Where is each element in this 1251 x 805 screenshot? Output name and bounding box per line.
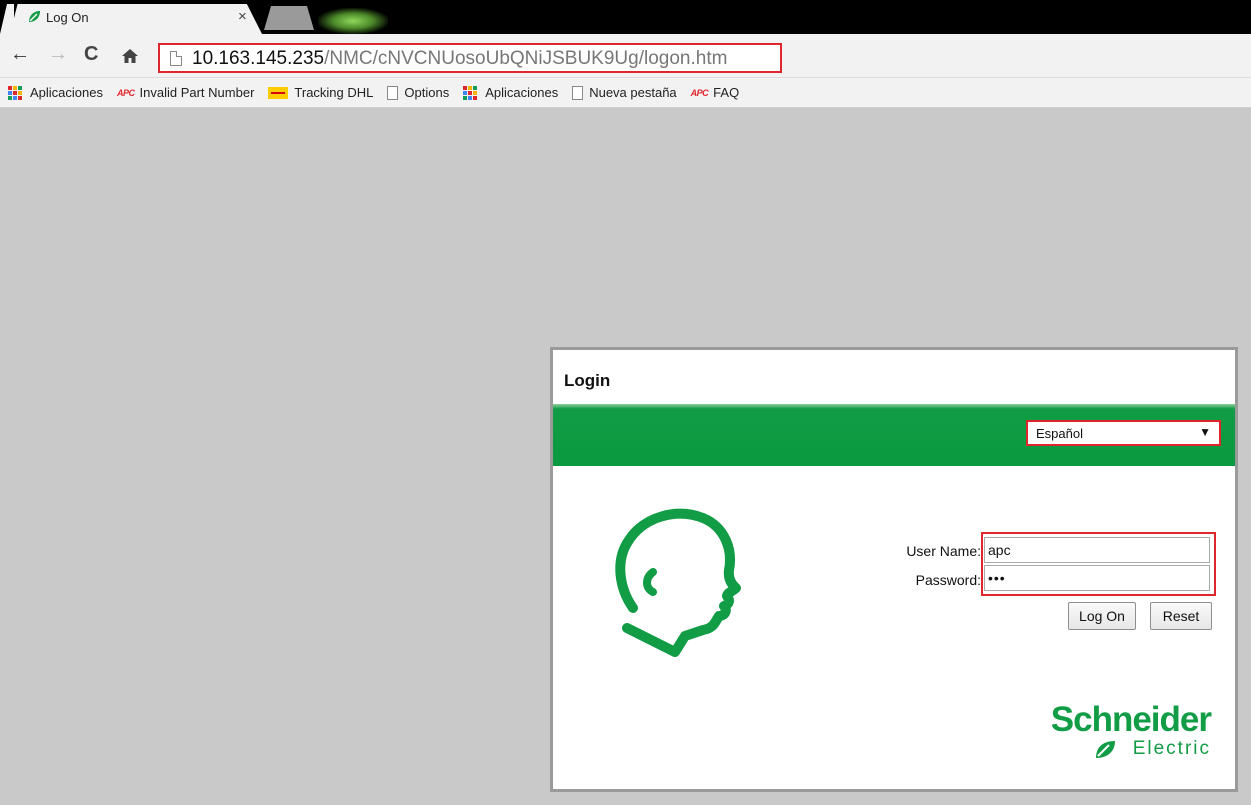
brand-name: Schneider	[1050, 700, 1212, 739]
language-bar: Español ▼	[553, 404, 1235, 466]
schneider-electric-logo: Schneider Electric	[1023, 702, 1223, 762]
tab-close-icon[interactable]: ×	[238, 8, 247, 25]
password-row: Password:	[853, 565, 981, 593]
url-host: 10.163.145.235	[192, 48, 325, 69]
bookmark-label: Aplicaciones	[30, 85, 103, 100]
bookmark-label: Options	[404, 85, 450, 100]
log-on-button[interactable]: Log On	[1068, 602, 1136, 630]
tab-glow	[318, 8, 388, 34]
schneider-leaf-icon	[29, 11, 40, 22]
bookmark-tracking-dhl[interactable]: Tracking DHL	[268, 85, 373, 100]
apc-logo-icon: APC	[117, 87, 135, 98]
dhl-logo-icon	[268, 86, 289, 99]
bookmark-label: Aplicaciones	[485, 85, 559, 100]
browser-toolbar: ← → C 10.163.145.235/NMC/cNVCNUosoUbQNiJ…	[0, 34, 1251, 78]
reload-icon[interactable]: C	[84, 44, 98, 64]
dropdown-arrow-icon: ▼	[1199, 425, 1211, 439]
schneider-head-icon	[615, 508, 741, 657]
forward-arrow-icon[interactable]: →	[48, 44, 68, 64]
bookmark-label: Invalid Part Number	[139, 85, 255, 100]
page-icon	[572, 85, 584, 100]
username-input[interactable]: apc	[984, 537, 1210, 563]
tab-strip: Log On ×	[0, 0, 1251, 34]
bookmark-options[interactable]: Options	[387, 85, 449, 100]
username-row: User Name:	[853, 536, 981, 564]
language-value: Español	[1036, 426, 1083, 441]
url-path: /NMC/cNVCNUosoUbQNiJSBUK9Ug/logon.htm	[324, 48, 728, 69]
address-bar[interactable]: 10.163.145.235/NMC/cNVCNUosoUbQNiJSBUK9U…	[158, 43, 782, 73]
tab-title: Log On	[46, 10, 89, 25]
page-icon	[387, 85, 399, 100]
reset-button[interactable]: Reset	[1150, 602, 1212, 630]
language-select[interactable]: Español ▼	[1026, 420, 1221, 446]
bookmark-label: Nueva pestaña	[589, 85, 677, 100]
bookmarks-bar: Aplicaciones APC Invalid Part Number Tra…	[0, 78, 1251, 108]
username-label: User Name:	[906, 543, 981, 559]
apc-logo-icon: APC	[690, 87, 709, 98]
page-icon	[170, 51, 182, 66]
back-arrow-icon[interactable]: ←	[10, 44, 30, 64]
bookmark-label: FAQ	[713, 85, 740, 100]
apps-grid-icon	[463, 85, 479, 100]
bookmark-label: Tracking DHL	[294, 85, 374, 100]
home-icon[interactable]	[121, 47, 139, 65]
apps-grid-icon	[8, 85, 24, 100]
bookmark-aplicaciones-2[interactable]: Aplicaciones	[463, 85, 558, 100]
bookmark-aplicaciones[interactable]: Aplicaciones	[8, 85, 103, 100]
login-panel: Login Español ▼ User Name: apc Password:…	[550, 347, 1238, 792]
login-title: Login	[564, 371, 611, 390]
bookmark-faq[interactable]: APC FAQ	[691, 85, 740, 100]
password-label: Password:	[915, 572, 981, 588]
url-text[interactable]: 10.163.145.235/NMC/cNVCNUosoUbQNiJSBUK9U…	[192, 48, 727, 70]
bookmark-nueva-pestana[interactable]: Nueva pestaña	[572, 85, 677, 100]
new-tab-button[interactable]	[264, 6, 314, 30]
bookmark-invalid-part-number[interactable]: APC Invalid Part Number	[117, 85, 254, 100]
password-input[interactable]: •••	[984, 565, 1210, 591]
brand-sub: Electric	[1132, 738, 1211, 759]
schneider-leaf-icon	[1096, 741, 1115, 758]
